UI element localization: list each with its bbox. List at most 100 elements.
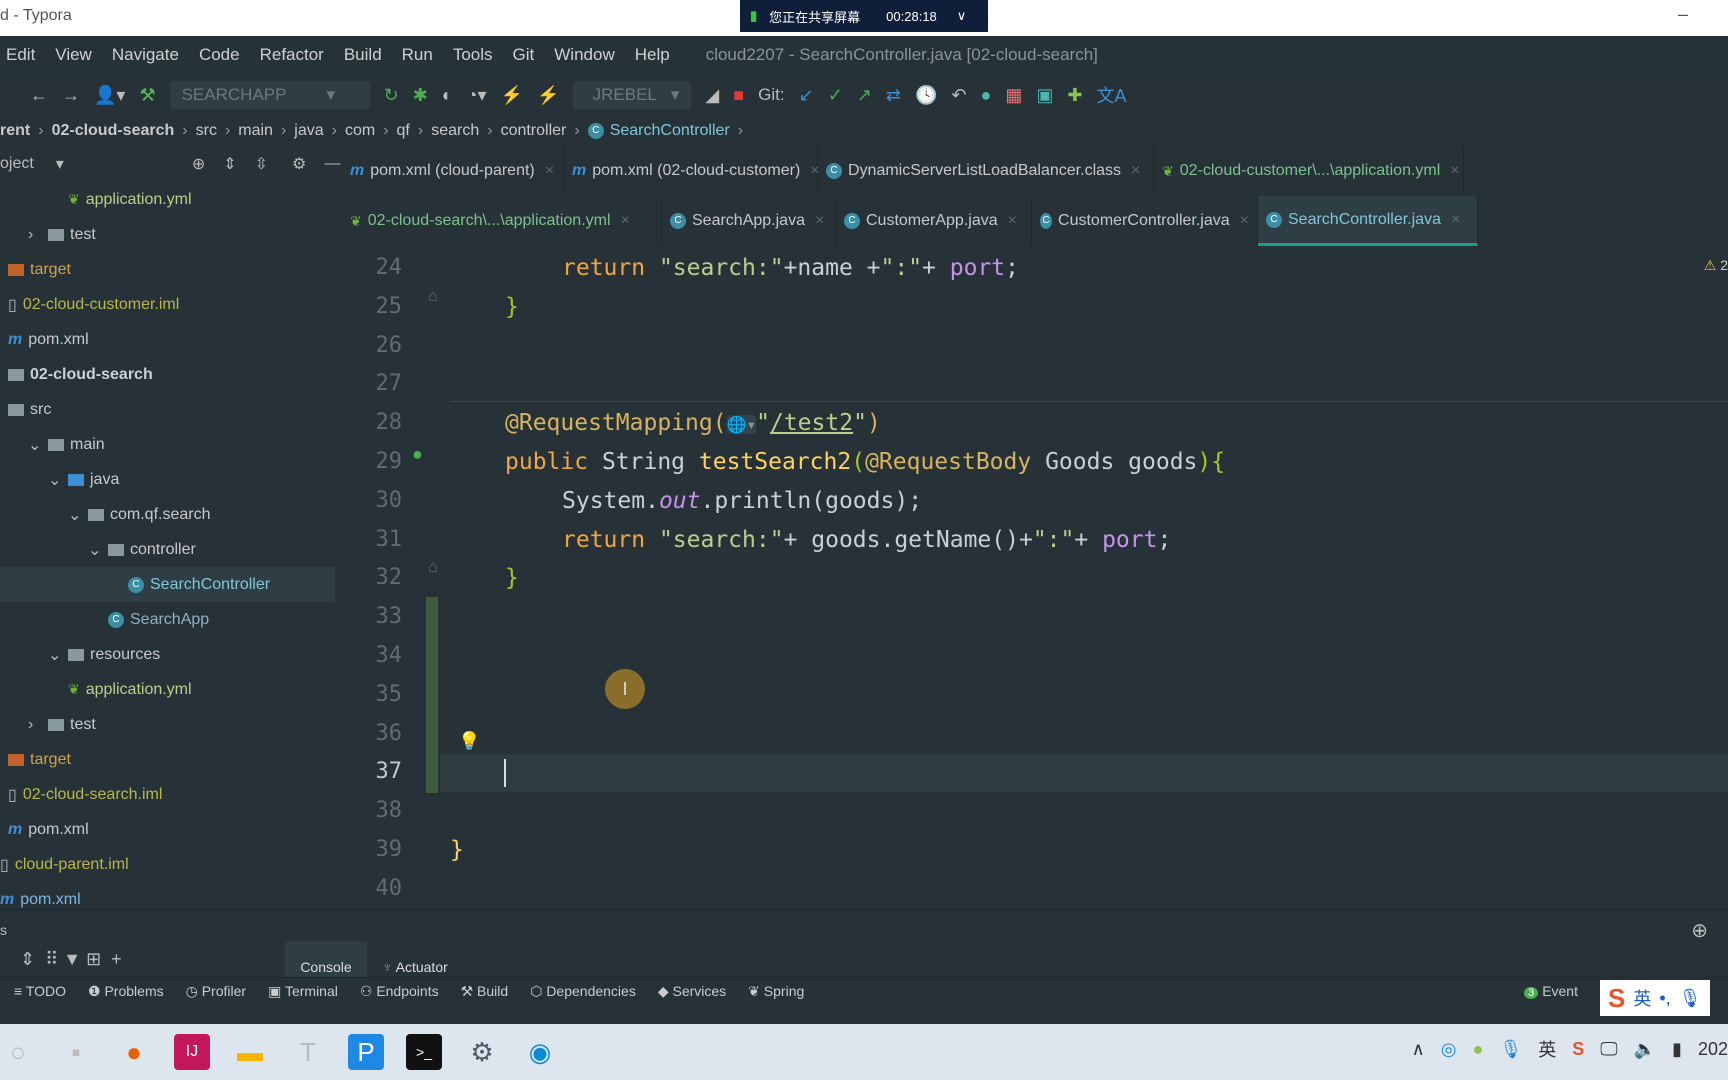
- tree-item[interactable]: m pom.xml: [0, 322, 89, 357]
- tool-dependencies[interactable]: ⬡ Dependencies: [530, 983, 636, 1000]
- translate-icon[interactable]: 文A: [1096, 82, 1126, 108]
- git-commit-icon[interactable]: ✓: [828, 85, 843, 106]
- collapse-all-icon[interactable]: ⇳: [255, 154, 268, 174]
- mic-icon[interactable]: 🎙: [1499, 1039, 1522, 1060]
- debug-icon[interactable]: ✱: [413, 85, 428, 106]
- close-icon[interactable]: ×: [1450, 162, 1459, 180]
- tree-item[interactable]: C SearchApp: [0, 602, 209, 637]
- volume-icon[interactable]: 🔈: [1634, 1039, 1656, 1060]
- tab-pom-xml-cloud-parent-[interactable]: m pom.xml (cloud-parent) ×: [342, 146, 564, 196]
- menu-edit[interactable]: Edit: [6, 45, 35, 65]
- tree-item[interactable]: ▯ cloud-parent.iml: [0, 847, 129, 882]
- search-everywhere-icon[interactable]: ●: [980, 85, 991, 106]
- typora-icon[interactable]: T: [290, 1034, 326, 1070]
- back-icon[interactable]: ←: [30, 85, 48, 106]
- locate-icon[interactable]: ⊕: [192, 154, 205, 174]
- chevron-down-icon[interactable]: ∨: [957, 8, 967, 24]
- fold-icon[interactable]: ⌂: [428, 559, 438, 577]
- chevron-right-icon[interactable]: ›: [28, 226, 42, 244]
- tab-console[interactable]: Console: [285, 941, 367, 979]
- tree-item[interactable]: src: [0, 392, 51, 427]
- menu-code[interactable]: Code: [199, 45, 240, 65]
- firefox-icon[interactable]: ●: [116, 1034, 152, 1070]
- breadcrumb-item[interactable]: search: [431, 122, 479, 140]
- breadcrumb-item[interactable]: main: [238, 122, 273, 140]
- chevron-up-icon[interactable]: ∧: [1412, 1039, 1425, 1060]
- event-log[interactable]: 3 Event: [1524, 983, 1578, 999]
- tool-build[interactable]: ⚒ Build: [461, 983, 509, 1000]
- breadcrumb-item[interactable]: controller: [501, 122, 567, 140]
- fold-icon[interactable]: ⌂: [428, 288, 438, 306]
- tab-searchcontroller-java[interactable]: C SearchController.java ×: [1258, 196, 1478, 246]
- menu-navigate[interactable]: Navigate: [112, 45, 179, 65]
- tab-02-cloud-customer-application-yml[interactable]: ❦ 02-cloud-customer\...\application.yml ×: [1154, 146, 1464, 196]
- close-icon[interactable]: ×: [1240, 212, 1249, 230]
- tool-problems[interactable]: ❶ Problems: [88, 983, 164, 1000]
- hide-icon[interactable]: —: [324, 155, 340, 173]
- menu-help[interactable]: Help: [635, 45, 670, 65]
- chevron-down-icon[interactable]: ⌄: [68, 505, 82, 525]
- code-editor[interactable]: return "search:"+name +":"+ port; } @Req…: [440, 251, 1728, 909]
- close-icon[interactable]: ×: [1451, 211, 1460, 229]
- breadcrumb-item[interactable]: com: [345, 122, 375, 140]
- tab-pom-xml-02-cloud-customer-[interactable]: m pom.xml (02-cloud-customer) ×: [564, 146, 820, 196]
- breadcrumb-item[interactable]: src: [196, 122, 217, 140]
- run-method-icon[interactable]: ●: [412, 444, 423, 465]
- close-icon[interactable]: ×: [1008, 212, 1017, 230]
- expand-all-icon[interactable]: ⇕: [223, 154, 236, 174]
- close-icon[interactable]: ×: [1131, 162, 1140, 180]
- build-hammer-icon[interactable]: ⚒: [139, 85, 155, 106]
- close-icon[interactable]: ×: [545, 162, 554, 180]
- terminal-icon[interactable]: >_: [406, 1034, 442, 1070]
- tree-item[interactable]: › test: [0, 217, 96, 252]
- close-icon[interactable]: ×: [815, 212, 824, 230]
- tree-item[interactable]: ⌄ main: [0, 427, 105, 462]
- chevron-down-icon[interactable]: ⌄: [88, 540, 102, 560]
- tab-searchapp-java[interactable]: C SearchApp.java ×: [662, 196, 836, 246]
- breadcrumb-item[interactable]: java: [294, 122, 323, 140]
- tree-item[interactable]: target: [0, 252, 71, 287]
- tool-services[interactable]: ◆ Services: [658, 983, 726, 1000]
- file-explorer-icon[interactable]: ▬: [232, 1034, 268, 1070]
- plugin-icon[interactable]: ▦: [1005, 85, 1022, 106]
- jrebel-select[interactable]: JREBEL ▾: [573, 81, 692, 109]
- tree-item[interactable]: target: [0, 742, 71, 777]
- tree-item[interactable]: ▯ 02-cloud-customer.iml: [0, 287, 179, 322]
- toolbar-icons[interactable]: ⇕ ⠿ ▼ ⊞ +: [20, 949, 122, 970]
- tab-actuator[interactable]: ♆ Actuator: [382, 959, 448, 975]
- attach-icon[interactable]: ◢: [705, 85, 719, 106]
- tool-terminal[interactable]: ▣ Terminal: [268, 983, 338, 1000]
- layout-icon[interactable]: ▣: [1036, 85, 1053, 106]
- tree-item[interactable]: ⌄ resources: [0, 637, 160, 672]
- tray-app-icon[interactable]: ●: [1473, 1039, 1484, 1060]
- rerun-icon[interactable]: ↻: [384, 85, 399, 106]
- tree-item[interactable]: ⌄ java: [0, 462, 119, 497]
- menu-git[interactable]: Git: [513, 45, 535, 65]
- clock[interactable]: 202: [1698, 1039, 1728, 1060]
- menu-run[interactable]: Run: [402, 45, 433, 65]
- git-merge-icon[interactable]: ⇄: [886, 85, 901, 106]
- tab-dynamicserverlistloadbalancer-class[interactable]: C DynamicServerListLoadBalancer.class ×: [818, 146, 1154, 196]
- task-view-icon[interactable]: ▪: [58, 1034, 94, 1070]
- sogou-tray-icon[interactable]: S: [1572, 1039, 1584, 1060]
- menu-refactor[interactable]: Refactor: [260, 45, 324, 65]
- close-icon[interactable]: ×: [621, 212, 630, 230]
- tab-customerapp-java[interactable]: C CustomerApp.java ×: [836, 196, 1032, 246]
- menu-build[interactable]: Build: [344, 45, 382, 65]
- edge-icon[interactable]: ◉: [522, 1034, 558, 1070]
- history-icon[interactable]: 🕓: [915, 85, 937, 106]
- tool-endpoints[interactable]: ⚇ Endpoints: [360, 983, 439, 1000]
- tool-todo[interactable]: ≡ TODO: [14, 983, 66, 999]
- ime-tray[interactable]: 英: [1538, 1036, 1556, 1062]
- minimize-button[interactable]: –: [1678, 4, 1688, 25]
- tree-item[interactable]: ⌄ com.qf.search: [0, 497, 210, 532]
- battery-icon[interactable]: ▮: [1672, 1039, 1682, 1060]
- tab-customercontroller-java[interactable]: C CustomerController.java ×: [1032, 196, 1258, 246]
- sogou-ime-toolbar[interactable]: S 英 •, 🎙: [1600, 980, 1710, 1016]
- breadcrumb-item[interactable]: rent: [0, 122, 30, 140]
- gear-icon[interactable]: ⚙: [292, 154, 306, 174]
- menu-tools[interactable]: Tools: [453, 45, 493, 65]
- tree-item[interactable]: › test: [0, 707, 96, 742]
- menu-window[interactable]: Window: [554, 45, 614, 65]
- warning-indicator[interactable]: ⚠ 2: [1704, 257, 1728, 274]
